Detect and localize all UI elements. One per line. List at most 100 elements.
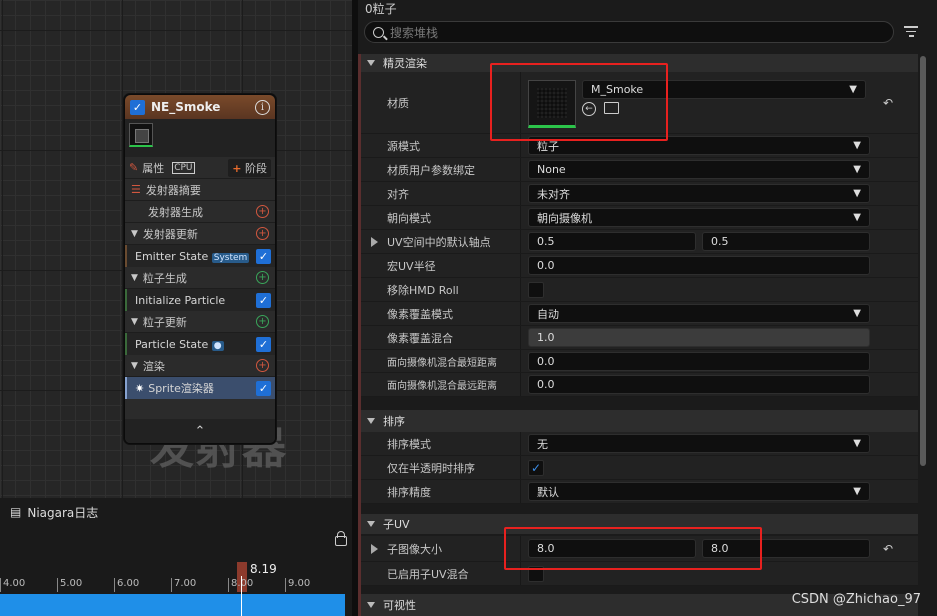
stage-emitter-spawn[interactable]: 发射器生成 +: [125, 201, 275, 223]
stage-label: 粒子生成: [142, 271, 187, 285]
stage-particle-spawn[interactable]: ▼ 粒子生成 +: [125, 267, 275, 289]
row-label: 子图像大小: [361, 536, 521, 561]
add-module-icon[interactable]: +: [256, 227, 269, 240]
timeline-cursor-value: 8.19: [250, 562, 277, 576]
collapse-icon[interactable]: ▼: [131, 229, 138, 239]
module-sprite-renderer[interactable]: ✷ Sprite渲染器 ✓: [125, 377, 275, 399]
row-alignment: 对齐 未对齐 ▼: [361, 182, 918, 206]
collapse-node-button[interactable]: ⌃: [125, 419, 275, 443]
emitter-summary-label: 发射器摘要: [145, 183, 201, 197]
row-label: 面向摄像机混合最短距离: [361, 350, 521, 372]
pivot-y-field[interactable]: 0.5: [702, 232, 870, 251]
row-hmd-roll: 移除HMD Roll: [361, 278, 918, 302]
credit-watermark: CSDN @Zhichao_97: [791, 592, 921, 607]
timeline-ruler[interactable]: 4.00 5.00 6.00 7.00 8.00 9.00: [0, 578, 345, 592]
row-camera-max: 面向摄像机混合最远距离 0.0: [361, 373, 918, 397]
chevron-up-icon: ⌃: [194, 423, 206, 439]
collapse-icon[interactable]: ▼: [131, 273, 138, 283]
row-label: 宏UV半径: [361, 254, 521, 277]
camera-max-field[interactable]: 0.0: [528, 375, 870, 394]
timeline-tick: 8.00: [228, 578, 285, 592]
collapse-icon[interactable]: ▼: [131, 317, 138, 327]
log-icon: ▤: [10, 505, 22, 519]
timeline-tick: 6.00: [114, 578, 171, 592]
info-icon[interactable]: i: [255, 99, 270, 115]
stage-emitter-update[interactable]: ▼ 发射器更新 +: [125, 223, 275, 245]
sort-translucent-checkbox[interactable]: ✓: [528, 459, 544, 476]
details-scrollbar[interactable]: [920, 56, 926, 466]
stage-label: 发射器更新: [142, 227, 198, 241]
search-icon: [373, 26, 384, 38]
alignment-dropdown[interactable]: 未对齐 ▼: [528, 184, 870, 203]
macro-uv-field[interactable]: 0.0: [528, 256, 870, 275]
reset-to-default-icon[interactable]: ↶: [883, 96, 893, 110]
highlight-box-subimage: [504, 527, 762, 570]
log-title: Niagara日志: [27, 505, 99, 520]
graph-canvas[interactable]: 发射器 ✓ NE_Smoke i ✎ 属性 CPU + 阶段 ☰ 发射器摘要 发…: [0, 0, 352, 498]
properties-row[interactable]: ✎ 属性 CPU + 阶段: [125, 157, 275, 179]
expand-icon: [367, 521, 375, 527]
module-enabled-checkbox[interactable]: ✓: [256, 336, 271, 352]
module-label: Initialize Particle: [135, 293, 226, 307]
sprite-icon: ✷: [135, 381, 145, 395]
emitter-enabled-checkbox[interactable]: ✓: [130, 99, 145, 115]
category-sort[interactable]: 排序: [361, 410, 918, 432]
log-header[interactable]: ▤ Niagara日志: [0, 498, 352, 526]
row-label: 材质用户参数绑定: [361, 158, 521, 181]
stage-label: 发射器生成: [148, 205, 203, 219]
module-particle-state[interactable]: Particle State ● ✓: [125, 333, 275, 355]
module-emitter-state[interactable]: Emitter State System ✓: [125, 245, 275, 267]
stack-search-input[interactable]: 搜索堆栈: [364, 21, 894, 43]
timeline-track[interactable]: [0, 594, 345, 616]
timeline-cursor-line: [241, 576, 242, 616]
add-module-icon[interactable]: +: [256, 205, 269, 218]
stage-label: 渲染: [142, 359, 165, 373]
camera-min-field[interactable]: 0.0: [528, 351, 870, 371]
collapse-icon[interactable]: ▼: [131, 361, 138, 371]
add-module-icon[interactable]: +: [256, 315, 269, 328]
add-stage-label: 阶段: [245, 161, 267, 175]
chevron-down-icon: ▼: [853, 486, 861, 497]
properties-label: 属性: [142, 161, 165, 175]
timeline[interactable]: 8.19 4.00 5.00 6.00 7.00 8.00 9.00: [0, 562, 352, 616]
row-sort-precision: 排序精度 默认 ▼: [361, 480, 918, 504]
row-facing-mode: 朝向模式 朝向摄像机 ▼: [361, 206, 918, 230]
chevron-down-icon: ▼: [853, 164, 861, 175]
category-label: 排序: [383, 415, 405, 428]
emitter-node-header[interactable]: ✓ NE_Smoke i: [125, 95, 275, 119]
row-label: 对齐: [361, 182, 521, 205]
lock-icon[interactable]: [335, 531, 347, 546]
module-enabled-checkbox[interactable]: ✓: [256, 292, 271, 308]
mat-user-param-dropdown[interactable]: None ▼: [528, 160, 870, 179]
reset-to-default-icon[interactable]: ↶: [883, 542, 893, 556]
add-stage-button[interactable]: + 阶段: [228, 158, 271, 177]
emitter-node-title: NE_Smoke: [151, 100, 221, 114]
list-icon: ☰: [131, 183, 141, 196]
pencil-icon: ✎: [129, 161, 139, 174]
expand-icon: [367, 60, 375, 66]
row-label: UV空间中的默认轴点: [361, 230, 521, 253]
pixel-coverage-dropdown[interactable]: 自动 ▼: [528, 304, 870, 323]
module-enabled-checkbox[interactable]: ✓: [256, 248, 271, 264]
pivot-x-field[interactable]: 0.5: [528, 232, 696, 251]
dot-tag-icon: ●: [211, 340, 224, 351]
add-module-icon[interactable]: +: [256, 271, 269, 284]
sort-precision-dropdown[interactable]: 默认 ▼: [528, 482, 870, 501]
row-label: 排序精度: [361, 480, 521, 503]
expand-icon: [367, 602, 375, 608]
search-placeholder: 搜索堆栈: [390, 25, 439, 40]
stage-particle-update[interactable]: ▼ 粒子更新 +: [125, 311, 275, 333]
pixel-coverage-blend-field[interactable]: 1.0: [528, 328, 870, 347]
chevron-down-icon: ▼: [853, 308, 861, 319]
row-sort-translucent: 仅在半透明时排序 ✓: [361, 456, 918, 480]
facing-mode-dropdown[interactable]: 朝向摄像机 ▼: [528, 208, 870, 227]
filter-icon[interactable]: [903, 26, 919, 37]
hmd-roll-checkbox[interactable]: [528, 281, 544, 298]
sort-mode-dropdown[interactable]: 无 ▼: [528, 434, 870, 453]
emitter-summary-row[interactable]: ☰ 发射器摘要: [125, 179, 275, 201]
module-initialize-particle[interactable]: Initialize Particle ✓: [125, 289, 275, 311]
emitter-node[interactable]: ✓ NE_Smoke i ✎ 属性 CPU + 阶段 ☰ 发射器摘要 发射器生成…: [124, 94, 276, 444]
stage-render[interactable]: ▼ 渲染 +: [125, 355, 275, 377]
add-module-icon[interactable]: +: [256, 359, 269, 372]
module-enabled-checkbox[interactable]: ✓: [256, 380, 271, 396]
